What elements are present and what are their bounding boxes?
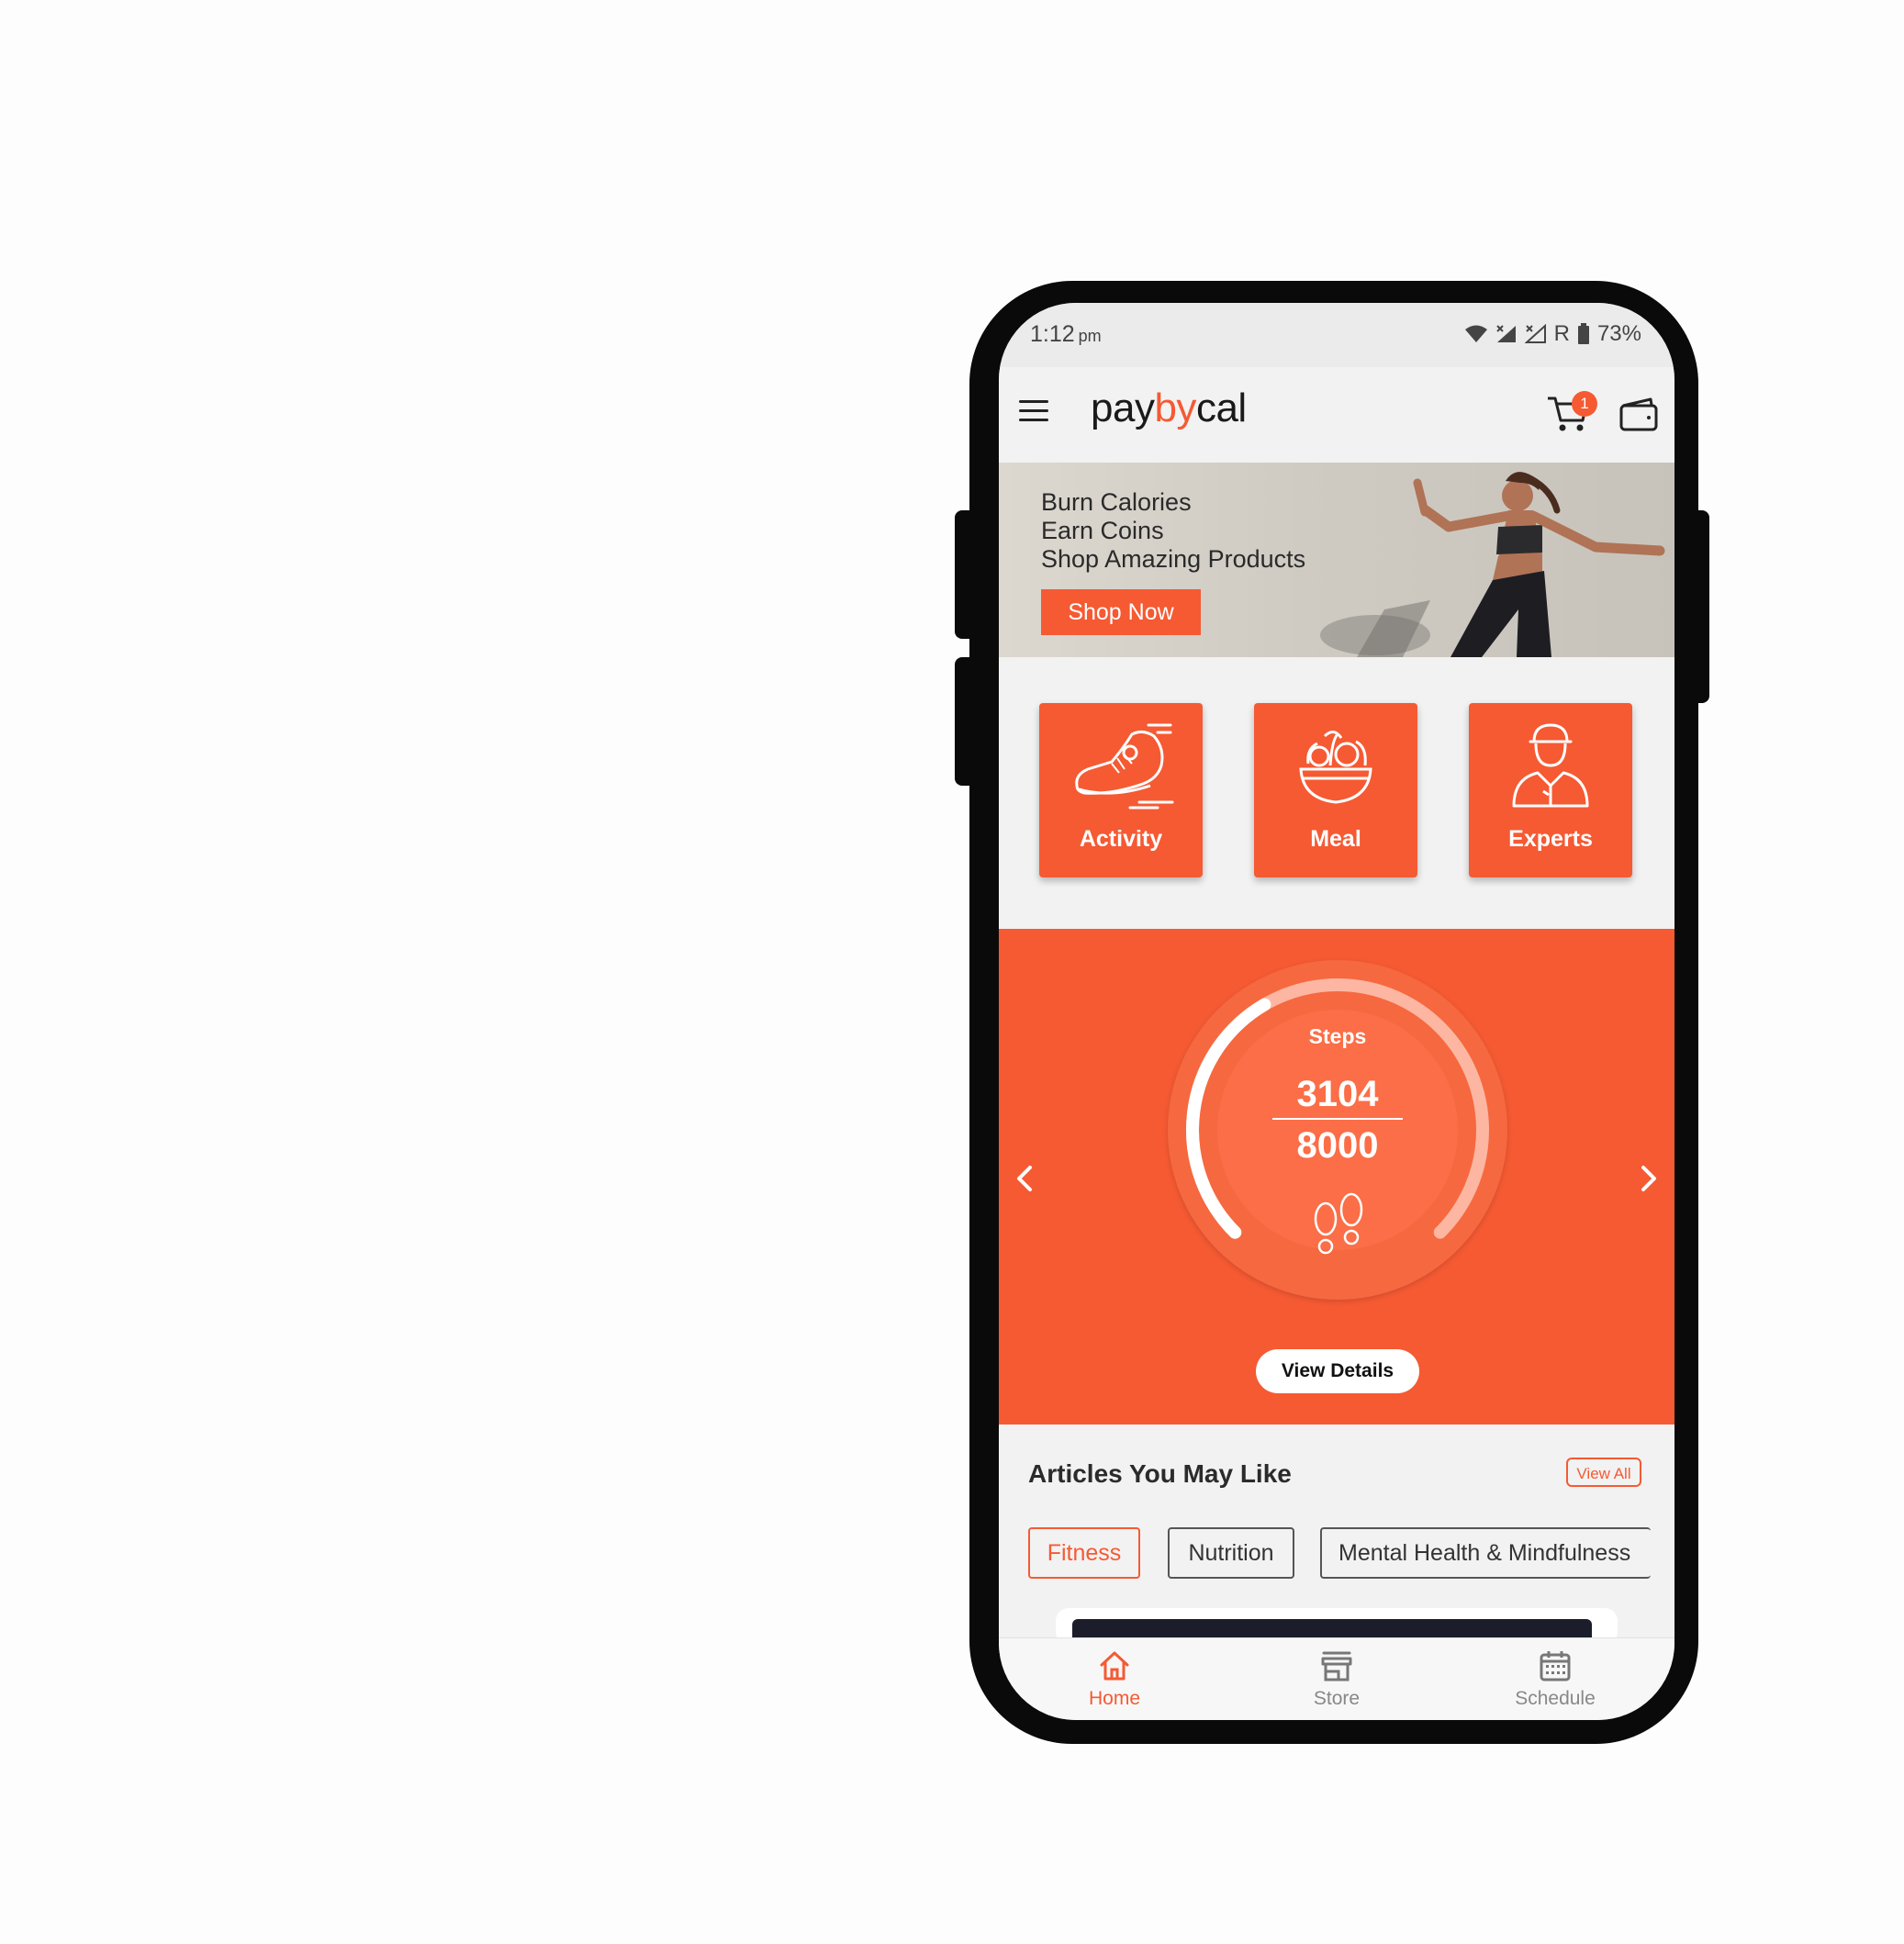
nav-store[interactable]: Store: [1245, 1638, 1428, 1720]
chip-fitness[interactable]: Fitness: [1028, 1527, 1140, 1579]
bottom-nav: Home Store Schedule: [999, 1637, 1674, 1720]
chevron-right-icon[interactable]: [1634, 1160, 1662, 1197]
battery-icon: [1577, 323, 1589, 344]
steps-dial: Steps 3104 8000: [1168, 960, 1507, 1300]
clock: 1:12: [1030, 321, 1075, 347]
volume-down-button: [955, 657, 977, 786]
nav-store-label: Store: [1313, 1688, 1361, 1709]
logo-by: by: [1154, 385, 1196, 430]
roaming-indicator: R: [1553, 321, 1570, 346]
volume-up-button: [955, 510, 977, 639]
power-button: [1687, 510, 1709, 703]
app-bar: paybycal 1: [999, 367, 1674, 463]
clock-ampm: pm: [1078, 327, 1102, 345]
articles-section: Articles You May Like View All Fitness N…: [999, 1424, 1674, 1647]
calendar-icon: [1540, 1651, 1571, 1681]
meal-tile[interactable]: Meal: [1254, 703, 1417, 877]
store-icon: [1321, 1651, 1352, 1681]
steps-goal: 8000: [1296, 1125, 1379, 1166]
cart-count-badge: 1: [1572, 391, 1597, 417]
banner-line-2: Earn Coins: [1041, 517, 1164, 544]
banner-line-3: Shop Amazing Products: [1041, 545, 1306, 573]
meal-tile-label: Meal: [1310, 826, 1361, 852]
banner-line-1: Burn Calories: [1041, 488, 1192, 516]
status-bar: 1:12 pm R 73%: [999, 303, 1674, 367]
steps-current: 3104: [1296, 1074, 1379, 1114]
phone-screen: 1:12 pm R 73% paybycal 1 Burn Calories E…: [999, 303, 1674, 1720]
activity-tile-label: Activity: [1079, 826, 1163, 852]
view-details-button[interactable]: View Details: [1256, 1349, 1419, 1393]
promo-banner: Burn Calories Earn Coins Shop Amazing Pr…: [999, 463, 1674, 657]
articles-title: Articles You May Like: [1028, 1459, 1292, 1488]
chip-nutrition[interactable]: Nutrition: [1168, 1527, 1294, 1579]
steps-card: Steps 3104 8000 View Details: [999, 929, 1674, 1424]
banner-text: Burn Calories Earn Coins Shop Amazing Pr…: [1041, 488, 1305, 574]
signal-icon-2: [1524, 324, 1546, 343]
wallet-icon[interactable]: [1619, 397, 1658, 431]
steps-label: Steps: [1308, 1024, 1367, 1048]
expert-person-icon: [1512, 723, 1589, 808]
logo-cal: cal: [1195, 385, 1247, 430]
view-all-button[interactable]: View All: [1566, 1458, 1641, 1487]
nav-home-label: Home: [1088, 1688, 1141, 1709]
nav-home[interactable]: Home: [1023, 1638, 1206, 1720]
menu-icon[interactable]: [1019, 400, 1048, 424]
chevron-left-icon[interactable]: [1012, 1160, 1039, 1197]
steps-divider: [1272, 1118, 1403, 1120]
shop-now-button[interactable]: Shop Now: [1041, 589, 1201, 635]
nav-schedule[interactable]: Schedule: [1463, 1638, 1647, 1720]
signal-icon: [1495, 325, 1516, 342]
experts-tile[interactable]: Experts: [1469, 703, 1632, 877]
status-time: 1:12 pm: [1030, 321, 1102, 348]
activity-tile[interactable]: Activity: [1039, 703, 1203, 877]
status-icons: R 73%: [1464, 321, 1641, 347]
nav-schedule-label: Schedule: [1515, 1688, 1596, 1709]
wifi-icon: [1464, 325, 1487, 342]
experts-tile-label: Experts: [1508, 826, 1593, 852]
app-logo: paybycal: [1091, 385, 1247, 431]
battery-level: 73%: [1596, 321, 1641, 346]
chip-mental-health[interactable]: Mental Health & Mindfulness: [1320, 1527, 1651, 1579]
salad-bowl-icon: [1299, 731, 1372, 804]
logo-pay: pay: [1091, 385, 1155, 430]
footprints-icon: [1314, 1192, 1363, 1255]
running-shoe-icon: [1075, 723, 1174, 810]
runner-image: [1320, 472, 1665, 657]
home-icon: [1100, 1651, 1129, 1681]
feature-tiles: Activity Meal Experts: [999, 657, 1674, 929]
